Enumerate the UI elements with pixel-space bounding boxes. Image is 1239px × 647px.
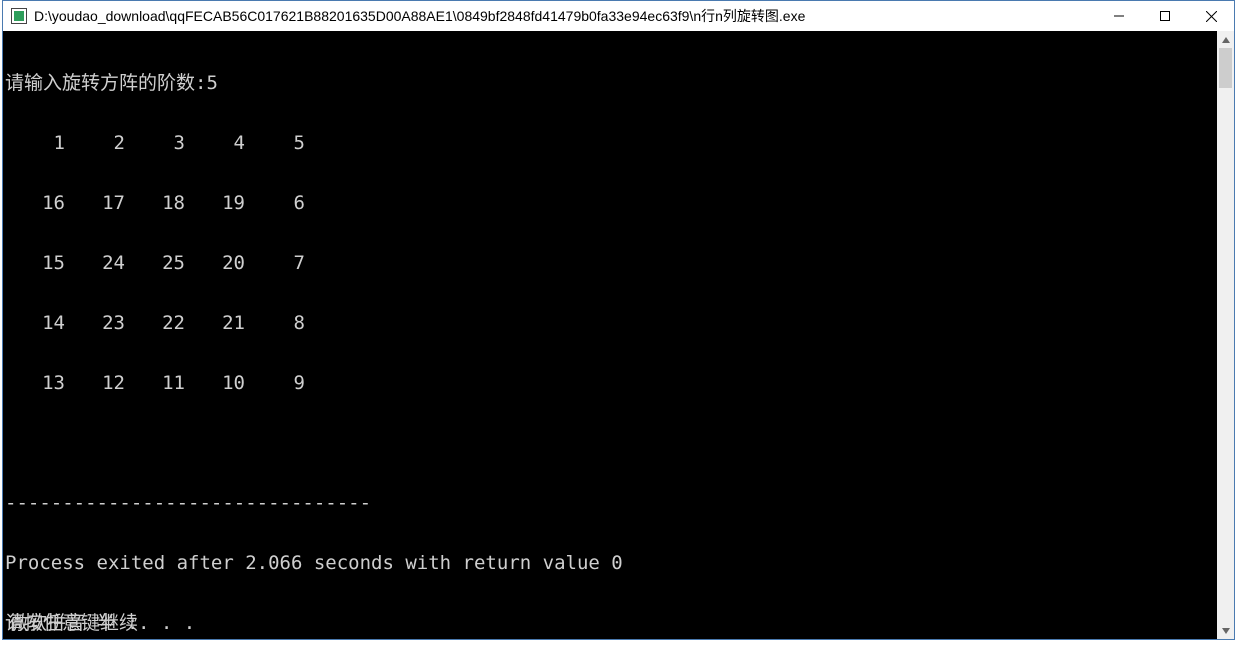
matrix-cell: 20 (185, 253, 245, 273)
matrix-cell: 18 (125, 193, 185, 213)
matrix-row: 131211109 (5, 373, 1214, 393)
matrix-cell: 5 (245, 133, 305, 153)
close-icon (1206, 11, 1217, 22)
matrix-cell: 9 (245, 373, 305, 393)
matrix-row: 12345 (5, 133, 1214, 153)
matrix-row: 152425207 (5, 253, 1214, 273)
matrix-cell: 4 (185, 133, 245, 153)
minimize-button[interactable] (1096, 1, 1142, 31)
matrix-cell: 7 (245, 253, 305, 273)
matrix-cell: 13 (5, 373, 65, 393)
matrix-cell: 3 (125, 133, 185, 153)
blank-line (5, 433, 1214, 453)
matrix-row: 142322218 (5, 313, 1214, 333)
scroll-up-button[interactable] (1217, 31, 1234, 48)
matrix-row: 161718196 (5, 193, 1214, 213)
matrix-cell: 14 (5, 313, 65, 333)
scroll-down-button[interactable] (1217, 622, 1234, 639)
matrix-cell: 12 (65, 373, 125, 393)
window-title: D:\youdao_download\qqFECAB56C017621B8820… (34, 6, 805, 26)
client-area: 请输入旋转方阵的阶数:5 12345 161718196 152425207 1… (3, 31, 1234, 639)
press-key-line: 请按任意键继续. . . (5, 613, 1214, 633)
close-button[interactable] (1188, 1, 1234, 31)
titlebar[interactable]: D:\youdao_download\qqFECAB56C017621B8820… (3, 1, 1234, 31)
console-window: D:\youdao_download\qqFECAB56C017621B8820… (2, 0, 1235, 640)
matrix-cell: 6 (245, 193, 305, 213)
vertical-scrollbar[interactable] (1217, 31, 1234, 639)
matrix-cell: 17 (65, 193, 125, 213)
matrix-cell: 10 (185, 373, 245, 393)
maximize-icon (1160, 11, 1170, 21)
ime-status: 微软拼音 半 : (9, 608, 138, 635)
matrix-cell: 8 (245, 313, 305, 333)
matrix-cell: 23 (65, 313, 125, 333)
maximize-button[interactable] (1142, 1, 1188, 31)
matrix-cell: 1 (5, 133, 65, 153)
console-output: 请输入旋转方阵的阶数:5 12345 161718196 152425207 1… (5, 33, 1214, 637)
app-icon (11, 8, 27, 24)
divider-line: -------------------------------- (5, 493, 1214, 513)
matrix-cell: 2 (65, 133, 125, 153)
matrix-cell: 25 (125, 253, 185, 273)
matrix-cell: 19 (185, 193, 245, 213)
window-controls (1096, 1, 1234, 31)
minimize-icon (1114, 11, 1124, 21)
prompt-line: 请输入旋转方阵的阶数:5 (5, 73, 1214, 93)
chevron-up-icon (1222, 37, 1230, 43)
matrix-cell: 24 (65, 253, 125, 273)
scroll-thumb[interactable] (1219, 48, 1232, 88)
matrix-cell: 21 (185, 313, 245, 333)
chevron-down-icon (1222, 628, 1230, 634)
matrix-cell: 22 (125, 313, 185, 333)
matrix-cell: 11 (125, 373, 185, 393)
matrix-cell: 16 (5, 193, 65, 213)
exit-line: Process exited after 2.066 seconds with … (5, 553, 1214, 573)
matrix-cell: 15 (5, 253, 65, 273)
